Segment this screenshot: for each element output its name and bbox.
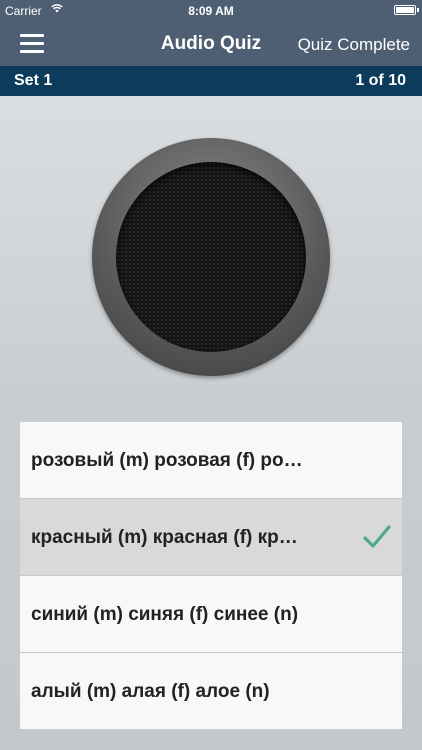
answer-option-label: алый (m) алая (f) алое (n) [31,681,270,702]
answer-option-1[interactable]: розовый (m) розовая (f) ро… [20,422,402,498]
answer-option-label: синий (m) синяя (f) синее (n) [31,604,299,625]
set-progress-bar: Set 1 1 of 10 [0,66,422,96]
question-counter: 1 of 10 [355,72,406,89]
answer-option-3[interactable]: синий (m) синяя (f) синее (n) [20,575,402,652]
page-title: Audio Quiz [160,33,262,54]
answer-option-label: розовый (m) розовая (f) ро… [31,450,303,471]
status-bar: Carrier 8:09 AM [0,0,422,22]
speaker-icon[interactable] [92,138,330,376]
answer-options-list: розовый (m) розовая (f) ро… красный (m) … [20,422,402,729]
status-time: 8:09 AM [188,4,234,18]
answer-option-label: красный (m) красная (f) кр… [31,527,298,548]
set-label: Set 1 [14,72,53,89]
quiz-complete-button[interactable]: Quiz Complete [298,35,410,55]
navigation-bar: Audio Quiz Quiz Complete [0,22,422,66]
checkmark-icon [363,525,391,548]
speaker-grille [116,162,306,352]
answer-option-2[interactable]: красный (m) красная (f) кр… [20,498,402,575]
top-bar: Carrier 8:09 AM Audio Quiz Quiz Complete [0,0,422,66]
hamburger-menu-icon[interactable] [20,34,44,54]
answer-option-4[interactable]: алый (m) алая (f) алое (n) [20,652,402,729]
battery-icon [394,5,419,15]
